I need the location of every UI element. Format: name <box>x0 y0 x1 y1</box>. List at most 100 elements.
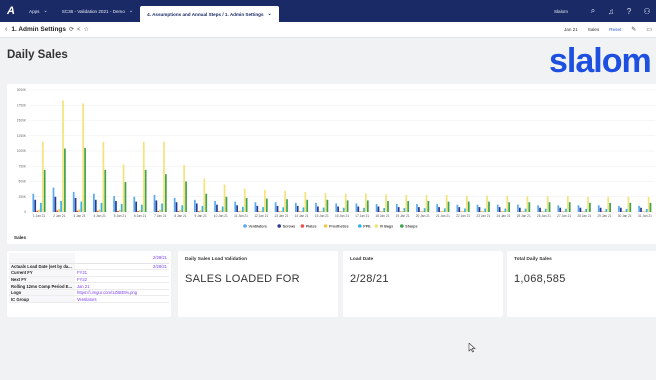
notification-icon[interactable]: ♫ <box>602 0 620 22</box>
bar <box>32 193 35 212</box>
bar <box>496 204 499 212</box>
star-icon[interactable]: ☆ <box>84 26 89 33</box>
bar <box>36 210 38 212</box>
bar <box>524 208 527 212</box>
brand-logo: slalom <box>549 42 652 80</box>
bar <box>506 195 509 212</box>
x-tick-label: 30 Jan 21 <box>618 214 632 218</box>
bar <box>320 210 323 212</box>
bar <box>443 208 446 212</box>
app-logo[interactable]: A <box>0 0 22 22</box>
grid-value[interactable]: FY21 <box>75 269 169 277</box>
bar <box>645 208 648 212</box>
table-row[interactable]: IC Group Ventilators <box>9 295 169 304</box>
nav-tab-apps[interactable]: Apps ⌄ <box>22 0 55 22</box>
bar <box>377 206 380 212</box>
bar <box>219 210 222 212</box>
bar <box>298 211 301 212</box>
reset-button[interactable]: Reset <box>609 27 621 32</box>
legend-swatch <box>277 224 282 228</box>
x-tick-label: 23 Jan 21 <box>476 214 490 218</box>
bar <box>80 201 83 212</box>
table-row[interactable]: Next FY FY22 <box>9 276 169 284</box>
y-tick-label: 1250K <box>17 134 27 138</box>
back-icon[interactable]: ‹ <box>5 26 7 33</box>
bar <box>476 204 479 212</box>
sales-selector[interactable]: Sales <box>588 27 600 32</box>
bar <box>383 207 386 212</box>
bar <box>54 196 57 212</box>
bar <box>104 169 107 212</box>
y-tick-label: 1500K <box>17 119 27 123</box>
bar <box>135 201 138 212</box>
bar <box>183 165 186 212</box>
period-selector[interactable]: Jan 21 <box>564 27 578 32</box>
bar <box>379 211 382 212</box>
bar <box>56 210 59 212</box>
bar <box>528 202 531 212</box>
bar <box>585 208 587 212</box>
bar <box>141 204 143 212</box>
bar <box>296 205 299 212</box>
bar <box>225 196 228 212</box>
bar <box>142 141 145 212</box>
mouse-cursor-icon <box>468 343 476 353</box>
table-row[interactable]: Actuals Load Date (set by da... 2/28/21 <box>9 263 169 271</box>
grid-value[interactable]: Jan 21 <box>75 282 169 290</box>
bar <box>640 207 642 212</box>
grid-value[interactable]: FY22 <box>75 276 169 284</box>
edit-icon[interactable]: ✎ <box>631 26 636 33</box>
comment-icon[interactable]: ▭ <box>646 26 652 33</box>
bar <box>603 211 606 212</box>
nav-tab-model[interactable]: SC36 - Validation 2021 - Demo ⌄ <box>55 0 140 22</box>
legend-label: Screws <box>283 224 296 228</box>
bar <box>276 205 279 212</box>
bar <box>504 208 507 212</box>
x-tick-label: 1 Jan 21 <box>33 214 45 218</box>
bar <box>587 196 589 212</box>
admin-settings-grid: 2/28/21 Actuals Load Date (set by da... … <box>7 251 171 317</box>
bar <box>518 207 521 212</box>
bar <box>217 211 220 212</box>
bar <box>548 202 551 212</box>
bar <box>115 201 117 212</box>
bar <box>236 205 238 212</box>
bar <box>589 202 591 212</box>
share-icon[interactable]: < <box>77 27 81 33</box>
grid-value-link[interactable]: https://i.imgur.com/1Zi5tE9n.png <box>75 289 169 297</box>
nav-tab-page[interactable]: 4. Assumptions and Annual Steps / 1. Adm… <box>140 6 279 22</box>
bar <box>124 182 127 212</box>
load-date-card: Load Date 2/28/21 <box>343 251 503 317</box>
x-tick-label: 17 Jan 21 <box>355 214 369 218</box>
x-tick-label: 16 Jan 21 <box>335 214 349 218</box>
legend-label: Plates <box>306 224 317 228</box>
table-row[interactable]: Logo https://i.imgur.com/1Zi5tE9n.png <box>9 289 169 297</box>
bar <box>619 207 622 212</box>
bar <box>488 201 490 212</box>
help-icon[interactable]: ? <box>620 0 638 22</box>
bar <box>100 202 103 212</box>
search-icon[interactable]: ⌕ <box>584 0 602 22</box>
table-row[interactable]: Rolling 12mo Comp Period E... Jan 21 <box>9 282 169 290</box>
grid-key: Current FY <box>9 269 75 277</box>
card-title: Load Date <box>350 257 374 262</box>
user-icon[interactable]: ⚇ <box>638 0 656 22</box>
y-tick-label: 1750K <box>17 103 27 107</box>
bar <box>498 207 501 212</box>
card-value: 2/28/21 <box>350 273 389 285</box>
user-menu[interactable]: Slalom <box>554 9 568 14</box>
legend-label: IV Bags <box>380 224 393 228</box>
x-tick-label: 20 Jan 21 <box>416 214 430 218</box>
bar <box>447 201 450 212</box>
sync-icon[interactable]: ⟳ <box>69 26 74 33</box>
bar <box>286 199 288 212</box>
bar <box>193 199 196 212</box>
bar <box>234 201 237 212</box>
bar <box>161 203 163 212</box>
grid-value[interactable]: 2/28/21 <box>75 263 169 271</box>
bar <box>181 205 184 212</box>
daily-sales-chart: 0 250K 500K 750K 1000K 1250K 1500K 1750K 2000K 1 … <box>17 88 655 228</box>
table-row[interactable]: Current FY FY21 <box>9 269 169 277</box>
bar <box>165 174 167 212</box>
grid-value[interactable]: Ventilators <box>75 295 169 304</box>
